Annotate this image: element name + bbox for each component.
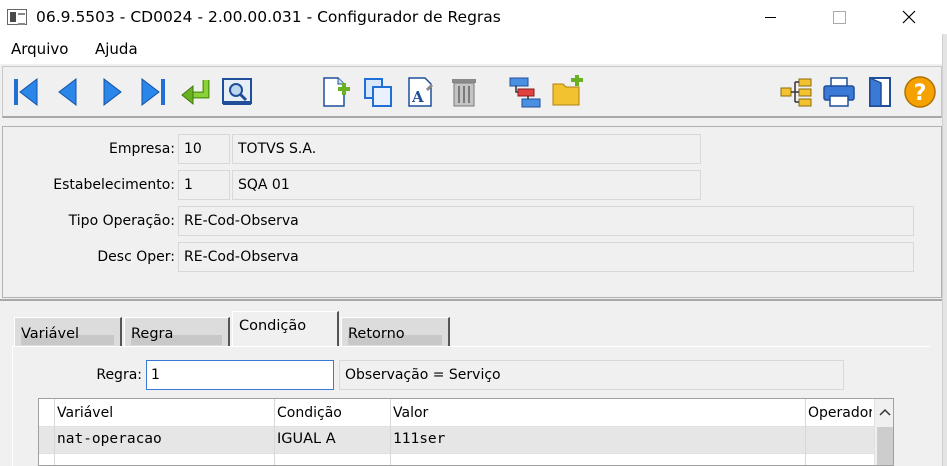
desc-oper-label: Desc Oper: bbox=[97, 249, 175, 265]
tab-variavel-label: Variável bbox=[21, 326, 80, 342]
col-header-valor[interactable]: Valor bbox=[393, 405, 428, 421]
close-icon bbox=[902, 10, 916, 24]
separator bbox=[0, 299, 942, 301]
tree-button[interactable] bbox=[779, 75, 813, 109]
relations-icon bbox=[509, 77, 541, 108]
first-record-button[interactable] bbox=[9, 75, 43, 109]
title-bar: 06.9.5503 - CD0024 - 2.00.00.031 - Confi… bbox=[0, 0, 947, 34]
tipo-operacao-label: Tipo Operação: bbox=[68, 213, 175, 229]
estabelecimento-label: Estabelecimento: bbox=[53, 177, 175, 193]
toolbar: A ? bbox=[2, 66, 942, 118]
estabelecimento-code-field: 1 bbox=[178, 170, 230, 200]
previous-record-icon bbox=[58, 77, 77, 107]
menu-ajuda[interactable]: Ajuda bbox=[95, 40, 138, 58]
tab-retorno-label: Retorno bbox=[348, 326, 405, 342]
copy-button[interactable] bbox=[361, 75, 395, 109]
app-icon bbox=[7, 9, 27, 25]
col-header-operador[interactable]: Operador bbox=[808, 405, 872, 421]
search-icon bbox=[222, 78, 252, 105]
header-panel: Empresa: 10 TOTVS S.A. Estabelecimento: … bbox=[2, 126, 942, 298]
tipo-operacao-field: RE-Cod-Observa bbox=[178, 206, 914, 236]
first-record-icon bbox=[14, 77, 38, 107]
print-icon bbox=[823, 77, 855, 107]
edit-icon: A bbox=[408, 77, 433, 107]
new-record-button[interactable] bbox=[319, 75, 353, 109]
search-button[interactable] bbox=[220, 75, 254, 109]
edit-button[interactable]: A bbox=[404, 75, 438, 109]
last-record-icon bbox=[141, 77, 165, 107]
regra-input[interactable]: 1 bbox=[146, 360, 334, 390]
tab-condicao-label: Condição bbox=[239, 318, 307, 334]
tab-regra-label: Regra bbox=[131, 326, 174, 342]
goto-icon bbox=[181, 80, 210, 106]
new-folder-icon bbox=[552, 75, 583, 106]
last-record-button[interactable] bbox=[136, 75, 170, 109]
table-row[interactable]: nat-operacao IGUAL A 111ser bbox=[39, 427, 874, 453]
tree-icon bbox=[780, 78, 812, 107]
relations-button[interactable] bbox=[508, 75, 542, 109]
desc-oper-field: RE-Cod-Observa bbox=[178, 242, 914, 272]
maximize-button[interactable] bbox=[816, 0, 862, 34]
help-button[interactable]: ? bbox=[903, 75, 937, 109]
estabelecimento-name-field: SQA 01 bbox=[232, 170, 701, 200]
cell-valor: 111ser bbox=[393, 431, 446, 447]
svg-text:A: A bbox=[411, 88, 424, 106]
condicao-grid[interactable]: Variável Condição Valor Operador nat-ope… bbox=[38, 398, 894, 466]
close-button[interactable] bbox=[886, 0, 932, 34]
regra-label: Regra: bbox=[96, 367, 142, 383]
print-button[interactable] bbox=[822, 75, 856, 109]
cell-variavel: nat-operacao bbox=[57, 431, 162, 447]
tab-variavel[interactable]: Variável bbox=[14, 317, 122, 347]
window-right-edge bbox=[942, 34, 947, 466]
cell-condicao: IGUAL A bbox=[277, 431, 336, 447]
delete-button[interactable] bbox=[447, 75, 481, 109]
tab-condicao[interactable]: Condição bbox=[232, 311, 339, 346]
previous-record-button[interactable] bbox=[51, 75, 85, 109]
copy-icon bbox=[364, 78, 392, 107]
tab-retorno[interactable]: Retorno bbox=[341, 317, 450, 347]
empresa-name-field: TOTVS S.A. bbox=[232, 134, 701, 164]
col-separator bbox=[54, 399, 55, 465]
goto-button[interactable] bbox=[178, 75, 212, 109]
empresa-code-field: 10 bbox=[178, 134, 230, 164]
menu-arquivo[interactable]: Arquivo bbox=[11, 40, 68, 58]
svg-text:?: ? bbox=[914, 81, 927, 106]
regra-desc-field: Observação = Serviço bbox=[339, 360, 844, 390]
empresa-label: Empresa: bbox=[108, 141, 175, 157]
window-title: 06.9.5503 - CD0024 - 2.00.00.031 - Confi… bbox=[36, 8, 501, 26]
vertical-scrollbar[interactable] bbox=[874, 399, 893, 465]
scroll-thumb[interactable] bbox=[877, 427, 893, 465]
exit-icon bbox=[869, 76, 891, 107]
row-divider bbox=[39, 453, 874, 454]
col-header-variavel[interactable]: Variável bbox=[57, 405, 113, 421]
col-separator bbox=[274, 399, 275, 465]
col-header-condicao[interactable]: Condição bbox=[277, 405, 342, 421]
delete-icon bbox=[452, 79, 476, 107]
next-record-button[interactable] bbox=[95, 75, 129, 109]
col-separator bbox=[390, 399, 391, 465]
chevron-up-icon bbox=[879, 408, 891, 416]
next-record-icon bbox=[103, 77, 122, 107]
tab-regra[interactable]: Regra bbox=[124, 317, 230, 347]
minimize-button[interactable] bbox=[747, 0, 793, 34]
col-separator bbox=[805, 399, 806, 465]
new-record-icon bbox=[323, 77, 350, 107]
exit-button[interactable] bbox=[864, 75, 898, 109]
scroll-up-button[interactable] bbox=[875, 399, 893, 425]
menu-bar: Arquivo Ajuda bbox=[0, 34, 947, 64]
new-folder-button[interactable] bbox=[551, 75, 585, 109]
help-icon: ? bbox=[904, 76, 936, 108]
grid-header: Variável Condição Valor Operador bbox=[39, 399, 893, 427]
